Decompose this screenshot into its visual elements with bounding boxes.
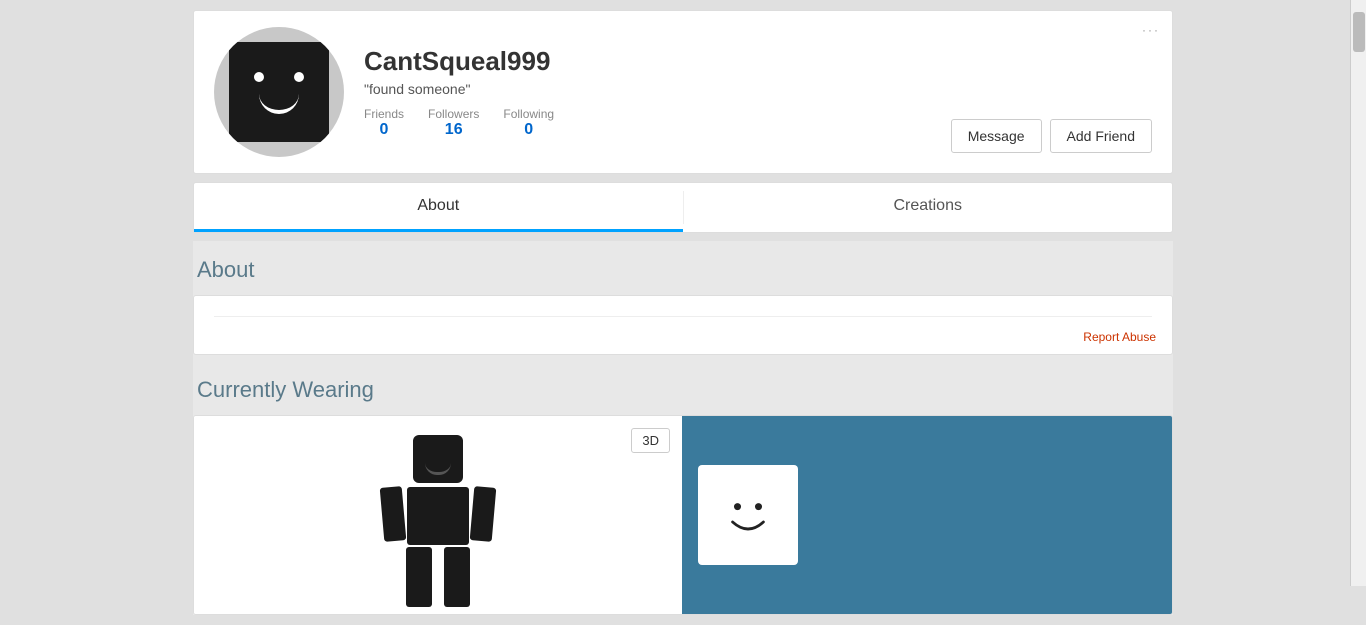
scrollbar[interactable] bbox=[1350, 0, 1366, 586]
main-content: CantSqueal999 "found someone" Friends 0 … bbox=[193, 10, 1173, 615]
about-heading: About bbox=[193, 241, 1173, 295]
char-leg-right bbox=[444, 547, 470, 607]
tab-creations[interactable]: Creations bbox=[684, 183, 1173, 232]
add-friend-button[interactable]: Add Friend bbox=[1050, 119, 1152, 153]
friends-label: Friends bbox=[364, 107, 404, 121]
profile-header: CantSqueal999 "found someone" Friends 0 … bbox=[193, 10, 1173, 174]
profile-actions: Message Add Friend bbox=[951, 119, 1152, 153]
more-options-button[interactable]: ··· bbox=[1142, 23, 1160, 37]
stat-following: Following 0 bbox=[503, 107, 554, 139]
scrollbar-thumb[interactable] bbox=[1353, 12, 1365, 52]
avatar-eye-left bbox=[254, 72, 264, 82]
tabs-container: About Creations bbox=[193, 182, 1173, 233]
avatar bbox=[214, 27, 344, 157]
profile-status: "found someone" bbox=[364, 81, 1152, 97]
about-divider bbox=[214, 316, 1152, 317]
char-arm-right bbox=[470, 486, 497, 542]
tab-about[interactable]: About bbox=[194, 183, 683, 232]
message-button[interactable]: Message bbox=[951, 119, 1042, 153]
stat-followers: Followers 16 bbox=[428, 107, 479, 139]
content-area: About Report Abuse Currently Wearing 3D bbox=[193, 241, 1173, 615]
avatar-eye-right bbox=[294, 72, 304, 82]
character-view: 3D bbox=[194, 416, 682, 614]
btn-3d[interactable]: 3D bbox=[631, 428, 670, 453]
avatar-face bbox=[229, 42, 329, 142]
char-head-smile bbox=[425, 463, 451, 475]
about-card: Report Abuse bbox=[193, 295, 1173, 355]
char-arm-left bbox=[380, 486, 407, 542]
avatar-smile bbox=[259, 94, 299, 114]
following-label: Following bbox=[503, 107, 554, 121]
profile-username: CantSqueal999 bbox=[364, 46, 1152, 77]
wearing-card: 3D bbox=[193, 415, 1173, 615]
currently-wearing-heading: Currently Wearing bbox=[193, 367, 1173, 415]
stat-friends: Friends 0 bbox=[364, 107, 404, 139]
char-torso bbox=[407, 487, 469, 545]
roblox-character bbox=[378, 435, 498, 605]
followers-count: 16 bbox=[445, 121, 463, 139]
following-count: 0 bbox=[524, 121, 533, 139]
followers-label: Followers bbox=[428, 107, 479, 121]
char-leg-left bbox=[406, 547, 432, 607]
smiley-face-icon bbox=[713, 480, 783, 550]
char-head bbox=[413, 435, 463, 483]
wearing-item-1[interactable] bbox=[698, 465, 798, 565]
page-wrapper: CantSqueal999 "found someone" Friends 0 … bbox=[0, 0, 1366, 625]
friends-count: 0 bbox=[380, 121, 389, 139]
report-abuse-link[interactable]: Report Abuse bbox=[1083, 330, 1156, 344]
wearing-items bbox=[682, 416, 1172, 614]
